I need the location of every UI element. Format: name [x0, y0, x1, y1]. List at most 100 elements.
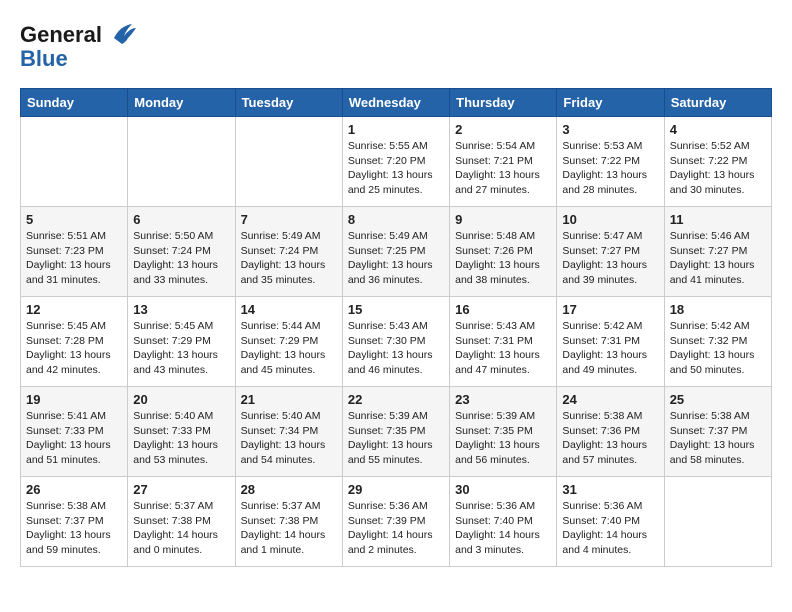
- calendar-cell: [21, 117, 128, 207]
- day-info: Sunrise: 5:44 AM Sunset: 7:29 PM Dayligh…: [241, 319, 337, 378]
- calendar-cell: 31 Sunrise: 5:36 AM Sunset: 7:40 PM Dayli…: [557, 477, 664, 567]
- day-info: Sunrise: 5:39 AM Sunset: 7:35 PM Dayligh…: [348, 409, 444, 468]
- day-info: Sunrise: 5:49 AM Sunset: 7:25 PM Dayligh…: [348, 229, 444, 288]
- day-number: 14: [241, 302, 337, 317]
- day-info: Sunrise: 5:51 AM Sunset: 7:23 PM Dayligh…: [26, 229, 122, 288]
- day-number: 19: [26, 392, 122, 407]
- day-info: Sunrise: 5:55 AM Sunset: 7:20 PM Dayligh…: [348, 139, 444, 198]
- day-info: Sunrise: 5:52 AM Sunset: 7:22 PM Dayligh…: [670, 139, 766, 198]
- weekday-header-sunday: Sunday: [21, 89, 128, 117]
- day-number: 17: [562, 302, 658, 317]
- day-number: 5: [26, 212, 122, 227]
- calendar-cell: 30 Sunrise: 5:36 AM Sunset: 7:40 PM Dayli…: [450, 477, 557, 567]
- day-number: 1: [348, 122, 444, 137]
- calendar-cell: 10 Sunrise: 5:47 AM Sunset: 7:27 PM Dayli…: [557, 207, 664, 297]
- day-info: Sunrise: 5:53 AM Sunset: 7:22 PM Dayligh…: [562, 139, 658, 198]
- day-number: 31: [562, 482, 658, 497]
- calendar-cell: 27Sunrise: 5:37 AM Sunset: 7:38 PM Dayli…: [128, 477, 235, 567]
- calendar-cell: [664, 477, 771, 567]
- day-number: 28: [241, 482, 337, 497]
- logo-bird-icon: [104, 20, 138, 50]
- day-info: Sunrise: 5:37 AM Sunset: 7:38 PM Dayligh…: [133, 499, 229, 558]
- day-number: 30: [455, 482, 551, 497]
- weekday-header-wednesday: Wednesday: [342, 89, 449, 117]
- calendar-table: SundayMondayTuesdayWednesdayThursdayFrid…: [20, 88, 772, 567]
- day-info: Sunrise: 5:42 AM Sunset: 7:31 PM Dayligh…: [562, 319, 658, 378]
- day-info: Sunrise: 5:50 AM Sunset: 7:24 PM Dayligh…: [133, 229, 229, 288]
- day-number: 6: [133, 212, 229, 227]
- calendar-cell: 29Sunrise: 5:36 AM Sunset: 7:39 PM Dayli…: [342, 477, 449, 567]
- day-number: 22: [348, 392, 444, 407]
- day-number: 16: [455, 302, 551, 317]
- day-number: 15: [348, 302, 444, 317]
- calendar-cell: 7 Sunrise: 5:49 AM Sunset: 7:24 PM Daylig…: [235, 207, 342, 297]
- calendar-week-row: 1 Sunrise: 5:55 AM Sunset: 7:20 PM Daylig…: [21, 117, 772, 207]
- calendar-cell: 8 Sunrise: 5:49 AM Sunset: 7:25 PM Daylig…: [342, 207, 449, 297]
- day-number: 3: [562, 122, 658, 137]
- logo-general: General: [20, 22, 102, 48]
- calendar-cell: 15 Sunrise: 5:43 AM Sunset: 7:30 PM Dayli…: [342, 297, 449, 387]
- day-number: 21: [241, 392, 337, 407]
- page-header: General Blue: [20, 20, 772, 72]
- calendar-cell: 19 Sunrise: 5:41 AM Sunset: 7:33 PM Dayli…: [21, 387, 128, 477]
- day-info: Sunrise: 5:38 AM Sunset: 7:36 PM Dayligh…: [562, 409, 658, 468]
- calendar-cell: 2Sunrise: 5:54 AM Sunset: 7:21 PM Daylig…: [450, 117, 557, 207]
- day-info: Sunrise: 5:41 AM Sunset: 7:33 PM Dayligh…: [26, 409, 122, 468]
- calendar-cell: 16 Sunrise: 5:43 AM Sunset: 7:31 PM Dayli…: [450, 297, 557, 387]
- calendar-header-row: SundayMondayTuesdayWednesdayThursdayFrid…: [21, 89, 772, 117]
- day-info: Sunrise: 5:36 AM Sunset: 7:40 PM Dayligh…: [455, 499, 551, 558]
- calendar-cell: 4 Sunrise: 5:52 AM Sunset: 7:22 PM Daylig…: [664, 117, 771, 207]
- day-info: Sunrise: 5:37 AM Sunset: 7:38 PM Dayligh…: [241, 499, 337, 558]
- day-number: 11: [670, 212, 766, 227]
- day-info: Sunrise: 5:36 AM Sunset: 7:40 PM Dayligh…: [562, 499, 658, 558]
- calendar-cell: 9 Sunrise: 5:48 AM Sunset: 7:26 PM Daylig…: [450, 207, 557, 297]
- calendar-cell: 17 Sunrise: 5:42 AM Sunset: 7:31 PM Dayli…: [557, 297, 664, 387]
- day-info: Sunrise: 5:49 AM Sunset: 7:24 PM Dayligh…: [241, 229, 337, 288]
- calendar-cell: 23 Sunrise: 5:39 AM Sunset: 7:35 PM Dayli…: [450, 387, 557, 477]
- day-info: Sunrise: 5:43 AM Sunset: 7:31 PM Dayligh…: [455, 319, 551, 378]
- calendar-cell: 24Sunrise: 5:38 AM Sunset: 7:36 PM Dayli…: [557, 387, 664, 477]
- calendar-cell: 14 Sunrise: 5:44 AM Sunset: 7:29 PM Dayli…: [235, 297, 342, 387]
- day-number: 29: [348, 482, 444, 497]
- day-info: Sunrise: 5:39 AM Sunset: 7:35 PM Dayligh…: [455, 409, 551, 468]
- calendar-cell: 22 Sunrise: 5:39 AM Sunset: 7:35 PM Dayli…: [342, 387, 449, 477]
- day-number: 8: [348, 212, 444, 227]
- weekday-header-thursday: Thursday: [450, 89, 557, 117]
- calendar-cell: 28 Sunrise: 5:37 AM Sunset: 7:38 PM Dayli…: [235, 477, 342, 567]
- calendar-cell: 12Sunrise: 5:45 AM Sunset: 7:28 PM Dayli…: [21, 297, 128, 387]
- day-number: 9: [455, 212, 551, 227]
- day-info: Sunrise: 5:47 AM Sunset: 7:27 PM Dayligh…: [562, 229, 658, 288]
- weekday-header-tuesday: Tuesday: [235, 89, 342, 117]
- calendar-cell: [235, 117, 342, 207]
- day-info: Sunrise: 5:48 AM Sunset: 7:26 PM Dayligh…: [455, 229, 551, 288]
- day-number: 23: [455, 392, 551, 407]
- calendar-week-row: 26Sunrise: 5:38 AM Sunset: 7:37 PM Dayli…: [21, 477, 772, 567]
- calendar-cell: 18 Sunrise: 5:42 AM Sunset: 7:32 PM Dayli…: [664, 297, 771, 387]
- calendar-cell: 1 Sunrise: 5:55 AM Sunset: 7:20 PM Daylig…: [342, 117, 449, 207]
- calendar-cell: 11 Sunrise: 5:46 AM Sunset: 7:27 PM Dayli…: [664, 207, 771, 297]
- day-number: 7: [241, 212, 337, 227]
- day-number: 12: [26, 302, 122, 317]
- calendar-cell: 25 Sunrise: 5:38 AM Sunset: 7:37 PM Dayli…: [664, 387, 771, 477]
- day-info: Sunrise: 5:42 AM Sunset: 7:32 PM Dayligh…: [670, 319, 766, 378]
- day-info: Sunrise: 5:38 AM Sunset: 7:37 PM Dayligh…: [670, 409, 766, 468]
- day-number: 18: [670, 302, 766, 317]
- logo: General Blue: [20, 20, 140, 72]
- calendar-cell: [128, 117, 235, 207]
- calendar-week-row: 5 Sunrise: 5:51 AM Sunset: 7:23 PM Daylig…: [21, 207, 772, 297]
- day-info: Sunrise: 5:38 AM Sunset: 7:37 PM Dayligh…: [26, 499, 122, 558]
- day-number: 4: [670, 122, 766, 137]
- day-info: Sunrise: 5:43 AM Sunset: 7:30 PM Dayligh…: [348, 319, 444, 378]
- day-number: 13: [133, 302, 229, 317]
- day-number: 10: [562, 212, 658, 227]
- day-info: Sunrise: 5:46 AM Sunset: 7:27 PM Dayligh…: [670, 229, 766, 288]
- calendar-cell: 13 Sunrise: 5:45 AM Sunset: 7:29 PM Dayli…: [128, 297, 235, 387]
- calendar-week-row: 12Sunrise: 5:45 AM Sunset: 7:28 PM Dayli…: [21, 297, 772, 387]
- day-info: Sunrise: 5:45 AM Sunset: 7:29 PM Dayligh…: [133, 319, 229, 378]
- calendar-cell: 6 Sunrise: 5:50 AM Sunset: 7:24 PM Daylig…: [128, 207, 235, 297]
- day-info: Sunrise: 5:40 AM Sunset: 7:34 PM Dayligh…: [241, 409, 337, 468]
- day-number: 25: [670, 392, 766, 407]
- calendar-week-row: 19 Sunrise: 5:41 AM Sunset: 7:33 PM Dayli…: [21, 387, 772, 477]
- weekday-header-friday: Friday: [557, 89, 664, 117]
- weekday-header-monday: Monday: [128, 89, 235, 117]
